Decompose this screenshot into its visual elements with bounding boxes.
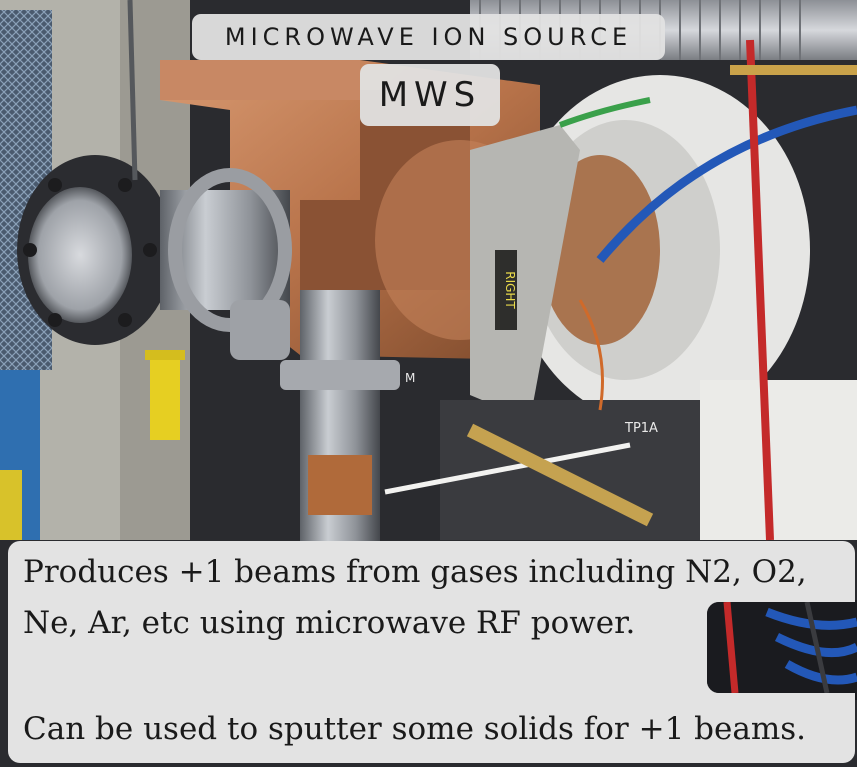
pipe-clamp [280,360,400,390]
yellow-tag-top [145,350,185,360]
tp1a-tag: TP1A [624,421,658,436]
subtitle-label: MWS [360,64,500,126]
yellow-post [0,470,22,540]
notch-photo [707,602,857,693]
side-bellows [230,300,290,360]
title-label: MICROWAVE ION SOURCE [192,14,665,60]
copper-flange [160,60,360,100]
paper-sheet [700,380,857,540]
description-line-1: Produces +1 beams from gases including N… [23,554,807,590]
description-notch [707,602,857,693]
lower-assembly [440,400,700,540]
copper-tape [308,455,372,515]
pressure-gauge [28,187,132,323]
description-line-3: Can be used to sputter some solids for +… [23,711,806,747]
yellow-tag [150,360,180,440]
description-box: Produces +1 beams from gases including N… [8,541,857,763]
right-sticker-text: RIGHT [503,271,517,309]
small-tag: M [405,371,415,385]
description-line-2: Ne, Ar, etc using microwave RF power. [23,605,636,641]
